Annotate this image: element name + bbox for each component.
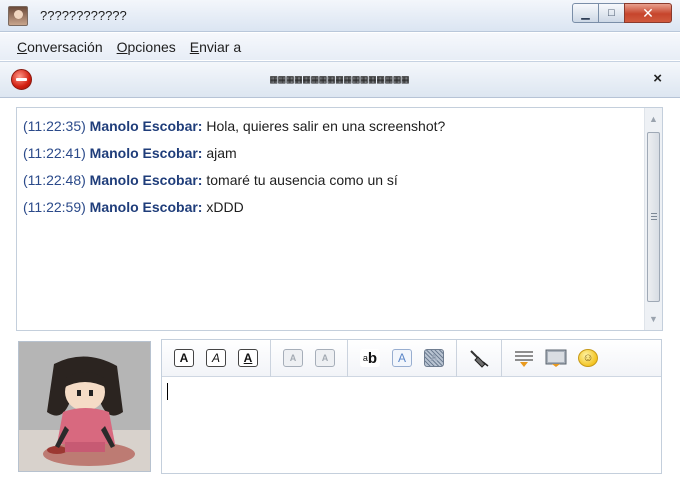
conversation-title: ▦▦▦▦▦▦▦▦▦▦▦▦▦▦▦▦▦ (270, 72, 410, 86)
message-list: (11:22:35) Manolo Escobar: Hola, quieres… (23, 113, 635, 221)
font-face-button[interactable]: ab (354, 343, 386, 373)
message-timestamp: (11:22:59) (23, 199, 86, 215)
grip-icon (651, 213, 657, 221)
font-grow-icon: A (283, 349, 303, 367)
smiley-icon: ☺ (578, 349, 598, 367)
font-size-group: A A (271, 339, 348, 377)
message-timestamp: (11:22:35) (23, 118, 86, 134)
window-controls: ▁ □ ✕ (572, 3, 672, 23)
buddy-avatar[interactable] (18, 341, 151, 472)
message-sender: Manolo Escobar: (89, 118, 203, 134)
background-color-button[interactable]: A (418, 343, 450, 373)
insert-image-button[interactable] (540, 343, 572, 373)
vertical-scrollbar[interactable]: ▲ ▼ (644, 108, 662, 330)
maximize-button[interactable]: □ (598, 3, 625, 23)
insert-smiley-button[interactable]: ☺ (572, 343, 604, 373)
message-text: Hola, quieres salir en una screenshot? (206, 118, 446, 134)
menu-accelerator: C (17, 38, 28, 55)
message-sender: Manolo Escobar: (89, 145, 203, 161)
message-history[interactable]: (11:22:35) Manolo Escobar: Hola, quieres… (16, 107, 663, 331)
avatar-image (19, 342, 150, 471)
increase-font-button[interactable]: A (277, 343, 309, 373)
bold-button[interactable]: A (168, 343, 200, 373)
link-icon (515, 351, 533, 367)
conversation-header: ▦▦▦▦▦▦▦▦▦▦▦▦▦▦▦▦▦ × (0, 61, 680, 98)
menu-accelerator: E (189, 38, 200, 55)
decrease-font-button[interactable]: A (309, 343, 341, 373)
font-shrink-icon: A (315, 349, 335, 367)
scroll-up-icon[interactable]: ▲ (645, 110, 662, 128)
italic-button[interactable]: A (200, 343, 232, 373)
message-input[interactable] (165, 380, 659, 472)
message-sender: Manolo Escobar: (89, 199, 203, 215)
menu-accelerator: O (116, 38, 128, 55)
clear-format-icon (470, 350, 489, 368)
menu-label: onversación (27, 38, 103, 55)
message-item: (11:22:35) Manolo Escobar: Hola, quieres… (23, 113, 635, 140)
scroll-thumb[interactable] (647, 132, 660, 302)
text-caret (167, 383, 168, 400)
buddy-avatar-icon[interactable] (8, 6, 28, 26)
underline-icon: A (238, 349, 258, 367)
message-composer: A A A A A ab A A ☺ (161, 339, 662, 474)
message-item: (11:22:59) Manolo Escobar: xDDD (23, 194, 635, 221)
format-toolbar: A A A A A ab A A ☺ (162, 339, 661, 377)
font-face-icon: ab (360, 349, 380, 367)
clear-format-button[interactable] (463, 343, 495, 373)
text-color-button[interactable]: A (386, 343, 418, 373)
window-title: ???????????? (40, 8, 127, 23)
menu-bar: Conversación Opciones Enviar a (0, 33, 680, 60)
minimize-button[interactable]: ▁ (572, 3, 599, 23)
close-window-button[interactable]: ✕ (624, 3, 672, 23)
scroll-down-icon[interactable]: ▼ (645, 310, 662, 328)
message-text: tomaré tu ausencia como un sí (206, 172, 398, 188)
menu-label: pciones (127, 38, 176, 55)
insert-link-button[interactable] (508, 343, 540, 373)
message-text: ajam (206, 145, 237, 161)
message-item: (11:22:41) Manolo Escobar: ajam (23, 140, 635, 167)
image-icon (545, 349, 567, 367)
message-item: (11:22:48) Manolo Escobar: tomaré tu aus… (23, 167, 635, 194)
background-color-icon: A (424, 349, 444, 367)
font-face-icon-b: b (367, 349, 378, 367)
menu-enviar-a[interactable]: Enviar a (183, 39, 248, 55)
menu-opciones[interactable]: Opciones (110, 39, 183, 55)
title-bar: ???????????? ▁ □ ✕ (0, 0, 680, 32)
menu-label: nviar a (199, 38, 242, 55)
font-color-group: ab A A (348, 339, 457, 377)
message-sender: Manolo Escobar: (89, 172, 203, 188)
underline-button[interactable]: A (232, 343, 264, 373)
bold-icon: A (174, 349, 194, 367)
message-timestamp: (11:22:41) (23, 145, 86, 161)
close-tab-button[interactable]: × (653, 70, 662, 87)
menu-conversacion[interactable]: Conversación (10, 39, 110, 55)
message-text: xDDD (206, 199, 244, 215)
italic-icon: A (206, 349, 226, 367)
text-style-group: A A A (162, 339, 271, 377)
message-timestamp: (11:22:48) (23, 172, 86, 188)
clear-format-group (457, 339, 502, 377)
text-color-icon: A (392, 349, 412, 367)
insert-group: ☺ (502, 340, 610, 377)
